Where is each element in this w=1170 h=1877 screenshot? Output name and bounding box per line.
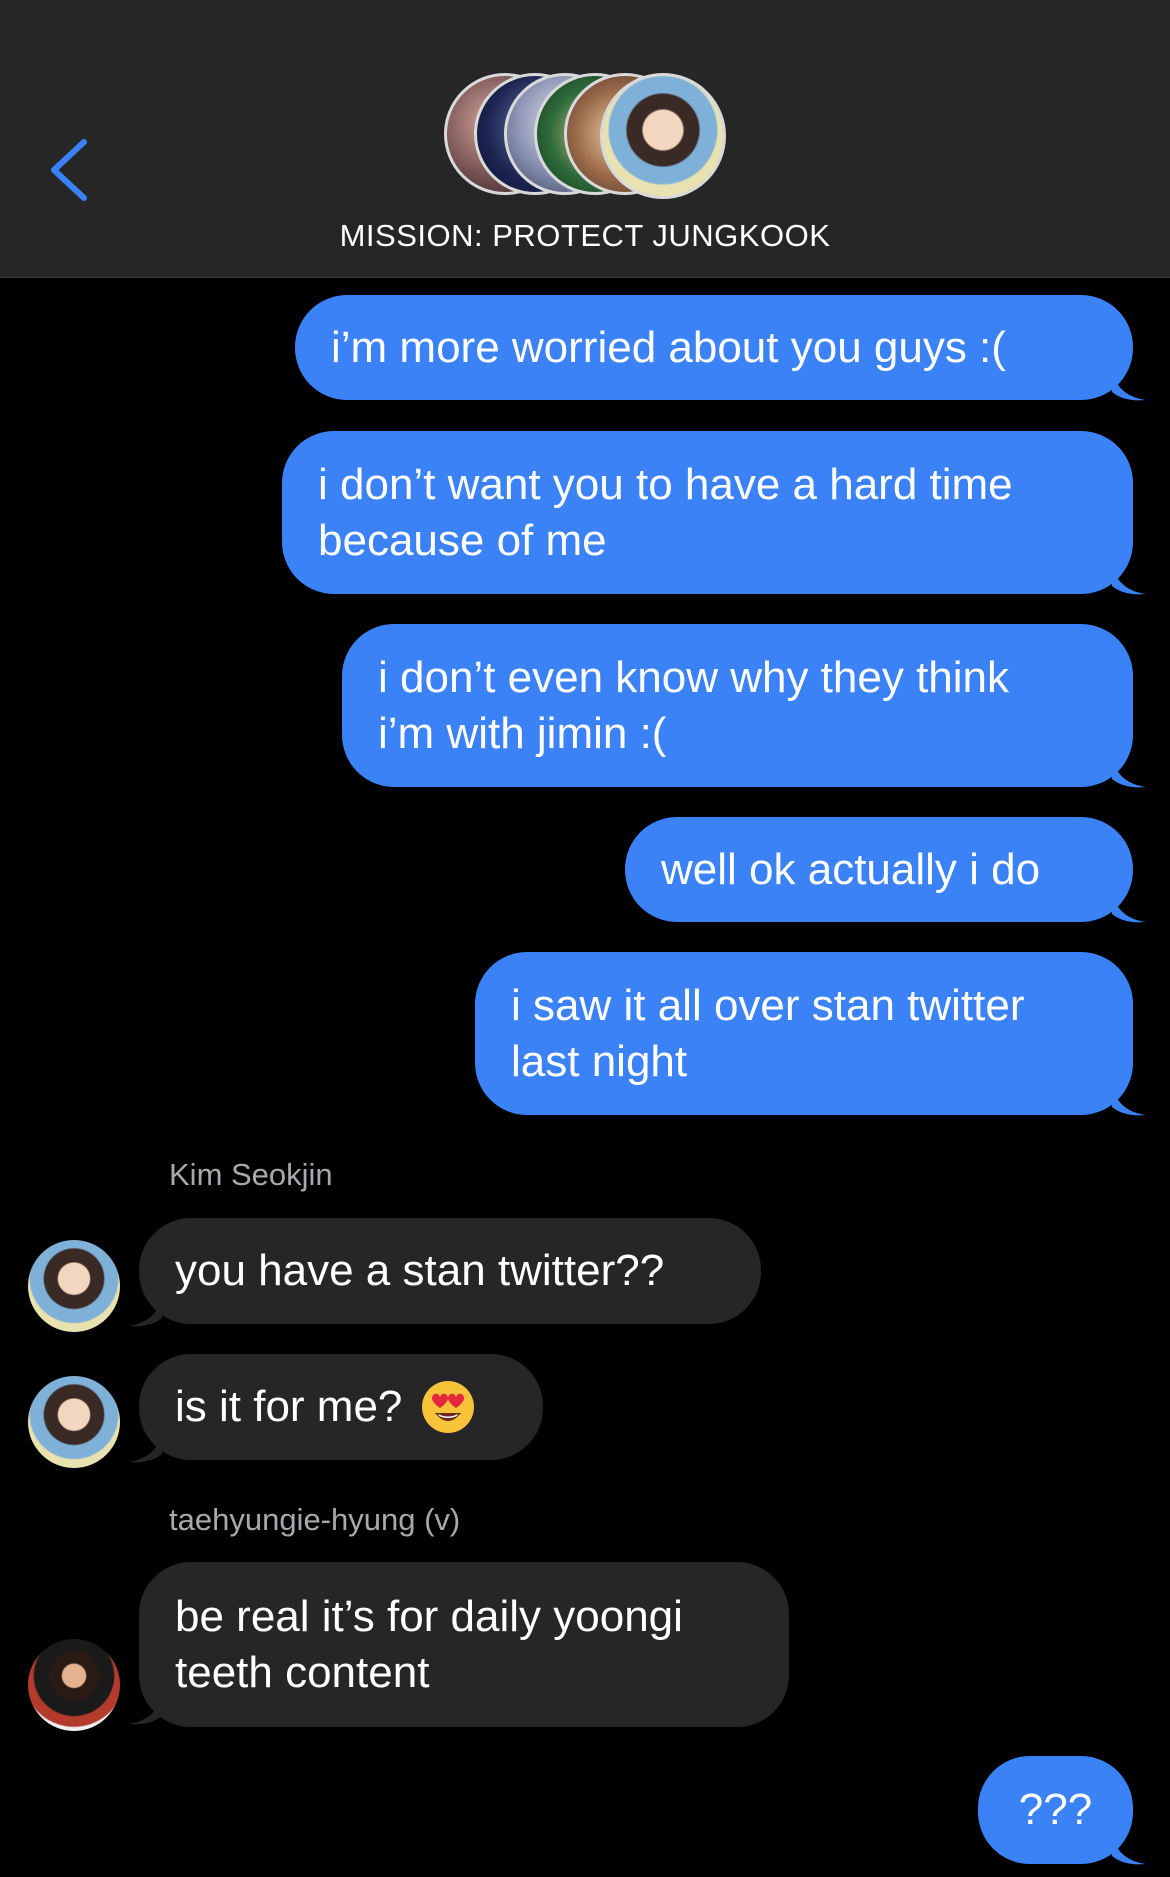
sender-avatar[interactable] <box>28 1240 120 1332</box>
sender-avatar[interactable] <box>28 1639 120 1731</box>
outgoing-message[interactable]: i don’t want you to have a hard time bec… <box>282 431 1133 594</box>
bubble-tail <box>1110 884 1146 923</box>
incoming-message[interactable]: is it for me? <box>139 1354 543 1460</box>
sender-name: taehyungie-hyung (v) <box>169 1502 461 1537</box>
incoming-message[interactable]: be real it’s for daily yoongi teeth cont… <box>139 1562 789 1727</box>
sender-name: Kim Seokjin <box>169 1157 333 1192</box>
message-text: i don’t want you to have a hard time bec… <box>318 459 1013 565</box>
bubble-tail <box>1110 1826 1146 1865</box>
outgoing-message[interactable]: i saw it all over stan twitter last nigh… <box>475 952 1133 1115</box>
conversation-header: MISSION: PROTECT JUNGKOOK <box>0 0 1170 278</box>
message-text: you have a stan twitter?? <box>175 1246 665 1295</box>
bubble-tail <box>1110 556 1146 595</box>
message-text: be real it’s for daily yoongi teeth cont… <box>175 1591 683 1697</box>
bubble-tail <box>1110 1077 1146 1116</box>
group-avatar-stack[interactable] <box>444 73 726 199</box>
sender-avatar[interactable] <box>28 1376 120 1468</box>
back-button[interactable] <box>40 130 100 210</box>
message-text: i don’t even know why they think i’m wit… <box>378 652 1010 758</box>
bubble-tail <box>1110 749 1146 788</box>
message-text: is it for me? <box>175 1382 403 1431</box>
message-text: i’m more worried about you guys :( <box>331 322 1006 372</box>
group-member-avatar <box>600 73 726 199</box>
outgoing-message[interactable]: i’m more worried about you guys :( <box>295 295 1133 400</box>
message-text: well ok actually i do <box>661 844 1041 894</box>
chevron-left-icon <box>51 139 87 201</box>
heart-eyes-emoji-icon <box>422 1381 475 1433</box>
message-text: ??? <box>1018 1785 1093 1834</box>
message-text: i saw it all over stan twitter last nigh… <box>511 980 1025 1086</box>
outgoing-message[interactable]: i don’t even know why they think i’m wit… <box>342 624 1133 787</box>
incoming-message[interactable]: you have a stan twitter?? <box>139 1218 761 1324</box>
bubble-tail <box>1110 362 1146 401</box>
group-title[interactable]: MISSION: PROTECT JUNGKOOK <box>0 218 1170 254</box>
outgoing-message[interactable]: well ok actually i do <box>625 817 1133 922</box>
